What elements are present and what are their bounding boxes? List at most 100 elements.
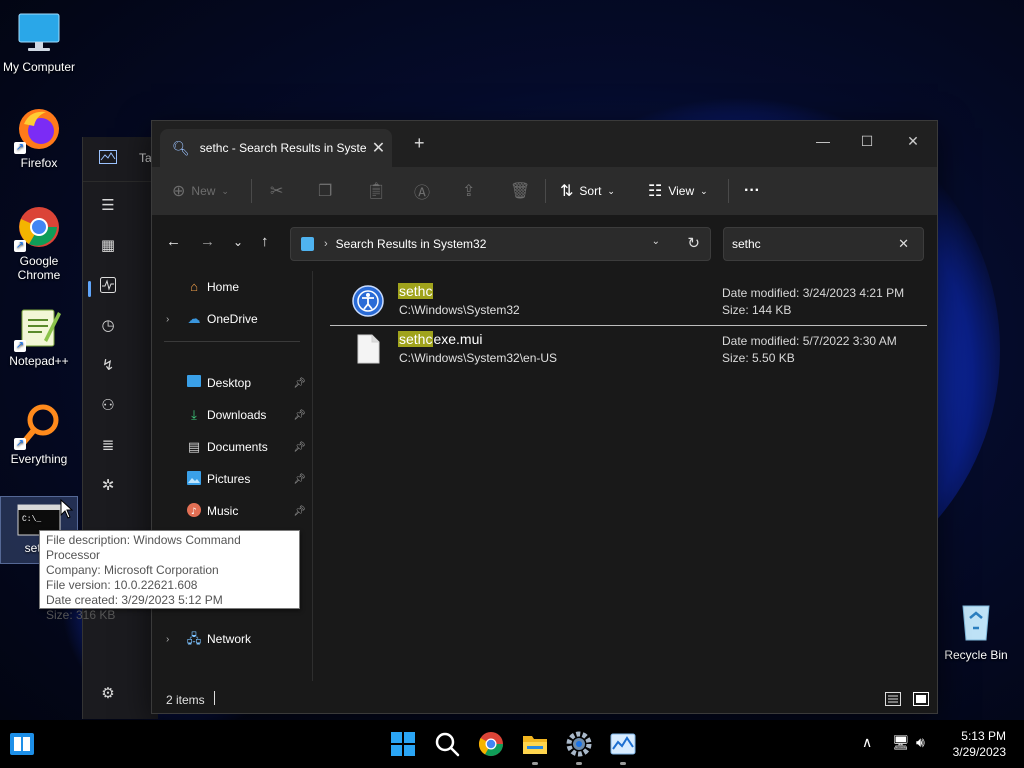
tab-close-icon[interactable]: ✕: [372, 138, 385, 158]
view-button[interactable]: ☷ View ⌄: [648, 179, 708, 203]
file-name[interactable]: sethc: [398, 283, 434, 299]
users-icon[interactable]: ⚇: [99, 397, 117, 415]
desktop-icon-label: My Computer: [2, 60, 76, 74]
desktop-icon-recycle-bin[interactable]: Recycle Bin: [938, 598, 1014, 662]
desktop-icon-firefox[interactable]: ↗ Firefox: [1, 106, 77, 170]
running-indicator: [576, 762, 582, 765]
up-arrow-icon[interactable]: ↑: [261, 233, 269, 250]
nav-label: Pictures: [207, 472, 251, 486]
maximize-icon[interactable]: ☐: [844, 127, 890, 155]
cut-button[interactable]: ✂: [270, 179, 289, 203]
row-divider: [330, 325, 927, 326]
refresh-icon[interactable]: ↻: [687, 234, 700, 252]
taskbar: ∧ 🖥︎ 🔊︎ 5:13 PM 3/29/2023: [0, 720, 1024, 768]
desktop-icon-label: Everything: [10, 452, 68, 466]
start-windows-icon[interactable]: [389, 730, 417, 758]
copy-button[interactable]: ❐: [318, 179, 338, 203]
pin-icon[interactable]: 📌︎: [293, 474, 306, 485]
network-status-icon[interactable]: 🖥︎: [892, 734, 910, 751]
desktop-icon-google-chrome[interactable]: ↗ Google Chrome: [1, 204, 77, 282]
show-hidden-icons-chevron-icon[interactable]: ∧: [862, 734, 872, 751]
result-row-sethc[interactable]: sethc C:\Windows\System32 Date modified:…: [330, 279, 930, 325]
breadcrumb-location[interactable]: Search Results in System32: [336, 237, 487, 251]
taskbar-chrome-icon[interactable]: [477, 730, 505, 758]
home-icon: ⌂: [190, 279, 198, 294]
hamburger-menu-icon[interactable]: ☰: [99, 197, 117, 215]
nav-label: Documents: [207, 440, 268, 454]
nav-item-home[interactable]: ⌂ Home: [152, 273, 310, 301]
minimize-icon[interactable]: —: [800, 127, 846, 155]
nav-item-pictures[interactable]: Pictures 📌︎: [152, 465, 310, 493]
widgets-icon[interactable]: [9, 732, 35, 756]
pin-icon[interactable]: 📌︎: [293, 442, 306, 453]
rename-button[interactable]: Ⓐ: [414, 179, 436, 203]
nav-item-music[interactable]: ♪ Music 📌︎: [152, 497, 310, 525]
nav-item-desktop[interactable]: Desktop 📌︎: [152, 369, 310, 397]
address-bar[interactable]: › Search Results in System32 ⌄ ↻: [290, 227, 711, 261]
new-tab-icon[interactable]: +: [414, 133, 425, 154]
settings-gear-icon[interactable]: ⚙: [99, 685, 117, 703]
desktop-icon-notepad-plus-plus[interactable]: ↗ Notepad++: [1, 304, 77, 368]
pin-icon[interactable]: 📌︎: [293, 378, 306, 389]
details-view-icon[interactable]: [885, 692, 901, 709]
expand-chevron-icon[interactable]: ›: [166, 634, 169, 645]
svg-text:♪: ♪: [191, 507, 197, 517]
tooltip-description: File description: Windows Command Proces…: [46, 533, 241, 562]
system-clock[interactable]: 5:13 PM 3/29/2023: [953, 728, 1006, 760]
explorer-titlebar[interactable]: 🔍︎ sethc - Search Results in System32 ✕ …: [152, 121, 937, 167]
rename-icon: Ⓐ: [414, 185, 431, 202]
explorer-tab[interactable]: 🔍︎ sethc - Search Results in System32 ✕: [160, 129, 392, 167]
tooltip-date-created: Date created: 3/29/2023 5:12 PM: [46, 593, 223, 607]
delete-button[interactable]: 🗑︎: [510, 179, 536, 203]
task-manager-window[interactable]: Ta ☰ ▦ ◷ ↯ ⚇ ≣ ✲ ⚙: [82, 137, 158, 719]
desktop-icon-everything[interactable]: ↗ Everything: [1, 402, 77, 466]
close-window-icon[interactable]: ✕: [890, 127, 936, 155]
back-arrow-icon[interactable]: ←: [166, 233, 181, 250]
command-bar: ⊕ New ⌄ ✂ ❐ 📋︎ Ⓐ ⇪ 🗑︎ ⇅ Sort ⌄ ☷ View ⌄ …: [152, 167, 937, 216]
share-icon: ⇪: [462, 183, 476, 200]
tooltip-version: File version: 10.0.22621.608: [46, 578, 198, 592]
taskbar-settings-icon[interactable]: [565, 730, 593, 758]
performance-icon[interactable]: [99, 277, 117, 295]
forward-arrow-icon[interactable]: →: [200, 233, 215, 250]
taskbar-search-icon[interactable]: [433, 730, 461, 758]
file-explorer-window[interactable]: 🔍︎ sethc - Search Results in System32 ✕ …: [151, 120, 938, 714]
volume-icon[interactable]: 🔊︎: [916, 734, 925, 751]
nav-item-downloads[interactable]: ⤓ Downloads 📌︎: [152, 401, 310, 429]
nav-item-onedrive[interactable]: › ☁ OneDrive: [152, 305, 310, 333]
result-row-sethc-exe-mui[interactable]: sethcexe.mui C:\Windows\System32\en-US D…: [330, 327, 930, 373]
download-arrow-icon: ⤓: [191, 407, 197, 422]
details-icon[interactable]: ≣: [99, 437, 117, 455]
tiles-view-icon[interactable]: [913, 692, 929, 709]
chevron-down-icon: ⌄: [700, 185, 708, 196]
see-more-button[interactable]: ···: [744, 179, 760, 203]
chrome-icon: ↗: [14, 204, 62, 252]
paste-button[interactable]: 📋︎: [366, 179, 392, 203]
recent-locations-chevron-icon[interactable]: ⌄: [233, 235, 243, 249]
pin-icon[interactable]: 📌︎: [293, 410, 306, 421]
share-button[interactable]: ⇪: [462, 179, 481, 203]
desktop-icon-label: Notepad++: [9, 354, 69, 368]
task-manager-titlebar[interactable]: Ta: [83, 137, 158, 182]
task-manager-app-icon: [99, 150, 117, 168]
desktop-icon-my-computer[interactable]: My Computer: [1, 10, 77, 74]
search-box[interactable]: ✕: [723, 227, 924, 261]
taskbar-task-manager-icon[interactable]: [609, 730, 637, 758]
sort-button[interactable]: ⇅ Sort ⌄: [560, 179, 615, 203]
nav-label: Downloads: [207, 408, 267, 422]
address-dropdown-icon[interactable]: ⌄: [652, 236, 660, 247]
shortcut-arrow-icon: ↗: [14, 340, 26, 352]
pin-icon[interactable]: 📌︎: [293, 506, 306, 517]
nav-item-network[interactable]: › 🖧︎ Network: [152, 625, 310, 653]
app-history-icon[interactable]: ◷: [99, 317, 117, 335]
taskbar-file-explorer-icon[interactable]: [521, 730, 549, 758]
file-name[interactable]: sethcexe.mui: [398, 331, 483, 347]
search-input[interactable]: [730, 234, 894, 254]
expand-chevron-icon[interactable]: ›: [166, 314, 169, 325]
processes-icon[interactable]: ▦: [99, 237, 117, 255]
startup-apps-icon[interactable]: ↯: [99, 357, 117, 375]
clear-search-icon[interactable]: ✕: [898, 236, 909, 252]
new-button[interactable]: ⊕ New ⌄: [172, 179, 229, 203]
services-icon[interactable]: ✲: [99, 477, 117, 495]
nav-item-documents[interactable]: ▤ Documents 📌︎: [152, 433, 310, 461]
